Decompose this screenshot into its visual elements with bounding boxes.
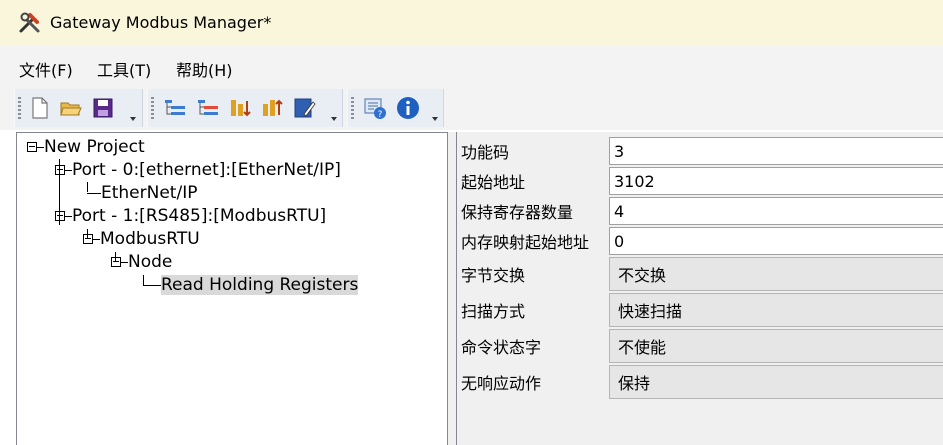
- toolbar: ?: [0, 86, 943, 130]
- collapse-icon[interactable]: [55, 211, 65, 221]
- register-count-field[interactable]: 4: [609, 197, 943, 225]
- property-label: 字节交换: [461, 266, 526, 285]
- tree-connector: [121, 261, 128, 263]
- add-port-icon[interactable]: [163, 96, 187, 120]
- memory-map-start-field[interactable]: 0: [609, 227, 943, 255]
- settings-help-icon[interactable]: ?: [363, 96, 387, 120]
- property-row: 扫描方式 快速扫描: [459, 292, 943, 328]
- chevron-down-icon[interactable]: [431, 115, 439, 123]
- toolbar-grip[interactable]: [151, 97, 154, 121]
- property-label: 内存映射起始地址: [461, 233, 590, 252]
- svg-text:?: ?: [378, 110, 383, 120]
- tree-connector: [65, 215, 72, 217]
- open-folder-icon[interactable]: [59, 96, 83, 120]
- menu-bar: 文件(F) 工具(T) 帮助(H): [0, 46, 943, 86]
- menu-file[interactable]: 文件(F): [19, 57, 73, 81]
- property-label: 命令状态字: [461, 338, 542, 357]
- tree-item-ethernetip[interactable]: EtherNet/IP: [87, 182, 197, 204]
- property-row: 命令状态字 不使能: [459, 328, 943, 364]
- tree-connector: [143, 284, 161, 286]
- toolbar-grip[interactable]: [18, 97, 21, 121]
- property-row: 起始地址 3102: [459, 166, 943, 196]
- tree-item-modbusrtu[interactable]: ModbusRTU: [83, 228, 200, 250]
- property-label: 无响应动作: [461, 374, 542, 393]
- menu-tools[interactable]: 工具(T): [97, 57, 151, 81]
- byte-swap-select[interactable]: 不交换: [609, 257, 943, 291]
- tree-item-port0[interactable]: Port - 0:[ethernet]:[EtherNet/IP]: [55, 159, 341, 181]
- menu-help[interactable]: 帮助(H): [176, 57, 233, 81]
- tree-item-node[interactable]: Node: [111, 251, 172, 273]
- toolbar-group-help: ?: [347, 89, 444, 127]
- no-response-action-select[interactable]: 保持: [609, 365, 943, 399]
- tree-item-label: EtherNet/IP: [101, 183, 198, 203]
- new-file-icon[interactable]: [28, 96, 52, 120]
- collapse-icon[interactable]: [83, 234, 93, 244]
- property-row: 字节交换 不交换: [459, 256, 943, 292]
- property-row: 功能码 3: [459, 136, 943, 166]
- tree-item-command[interactable]: Read Holding Registers: [143, 274, 359, 296]
- toolbar-group-file: [14, 89, 143, 127]
- edit-icon[interactable]: [292, 96, 316, 120]
- tools-app-icon: [19, 12, 40, 33]
- scan-mode-select[interactable]: 快速扫描: [609, 293, 943, 327]
- window-title: Gateway Modbus Manager*: [50, 13, 272, 32]
- chevron-down-icon[interactable]: [330, 115, 338, 123]
- command-status-select[interactable]: 不使能: [609, 329, 943, 363]
- tree-connector: [37, 146, 44, 148]
- tree-item-port1[interactable]: Port - 1:[RS485]:[ModbusRTU]: [55, 205, 326, 227]
- tree-item-label: Read Holding Registers: [161, 275, 359, 295]
- save-icon[interactable]: [91, 96, 115, 120]
- start-address-field[interactable]: 3102: [609, 167, 943, 195]
- collapse-icon[interactable]: [55, 165, 65, 175]
- property-label: 起始地址: [461, 173, 526, 192]
- add-command-icon[interactable]: [260, 96, 284, 120]
- chevron-down-icon[interactable]: [129, 115, 137, 123]
- collapse-icon[interactable]: [27, 142, 37, 152]
- add-node-icon[interactable]: [228, 96, 252, 120]
- property-row: 无响应动作 保持: [459, 364, 943, 400]
- tree-connector: [87, 192, 101, 194]
- tree-connector: [93, 238, 100, 240]
- property-label: 功能码: [461, 143, 510, 162]
- tree-item-project[interactable]: New Project: [27, 136, 145, 158]
- toolbar-group-edit: [147, 89, 343, 127]
- tree-connector: [65, 169, 72, 171]
- remove-port-icon[interactable]: [196, 96, 220, 120]
- pane-splitter[interactable]: [448, 132, 456, 445]
- tree-item-label: Node: [128, 252, 173, 272]
- info-icon[interactable]: [396, 96, 420, 120]
- project-tree[interactable]: New Project Port - 0:[ethernet]:[EtherNe…: [16, 132, 448, 445]
- title-bar: Gateway Modbus Manager*: [0, 0, 943, 46]
- function-code-field[interactable]: 3: [609, 137, 943, 165]
- tree-item-label: New Project: [44, 137, 145, 157]
- property-grid: 功能码 3 起始地址 3102 保持寄存器数量 4 内存映射起始地址 0 字节交…: [456, 132, 943, 445]
- tree-item-label: ModbusRTU: [100, 229, 200, 249]
- toolbar-grip[interactable]: [351, 97, 354, 121]
- property-label: 扫描方式: [461, 302, 526, 321]
- tree-item-label: Port - 1:[RS485]:[ModbusRTU]: [72, 206, 327, 226]
- tree-item-label: Port - 0:[ethernet]:[EtherNet/IP]: [72, 160, 341, 180]
- collapse-icon[interactable]: [111, 257, 121, 267]
- property-row: 内存映射起始地址 0: [459, 226, 943, 256]
- property-row: 保持寄存器数量 4: [459, 196, 943, 226]
- property-label: 保持寄存器数量: [461, 203, 574, 222]
